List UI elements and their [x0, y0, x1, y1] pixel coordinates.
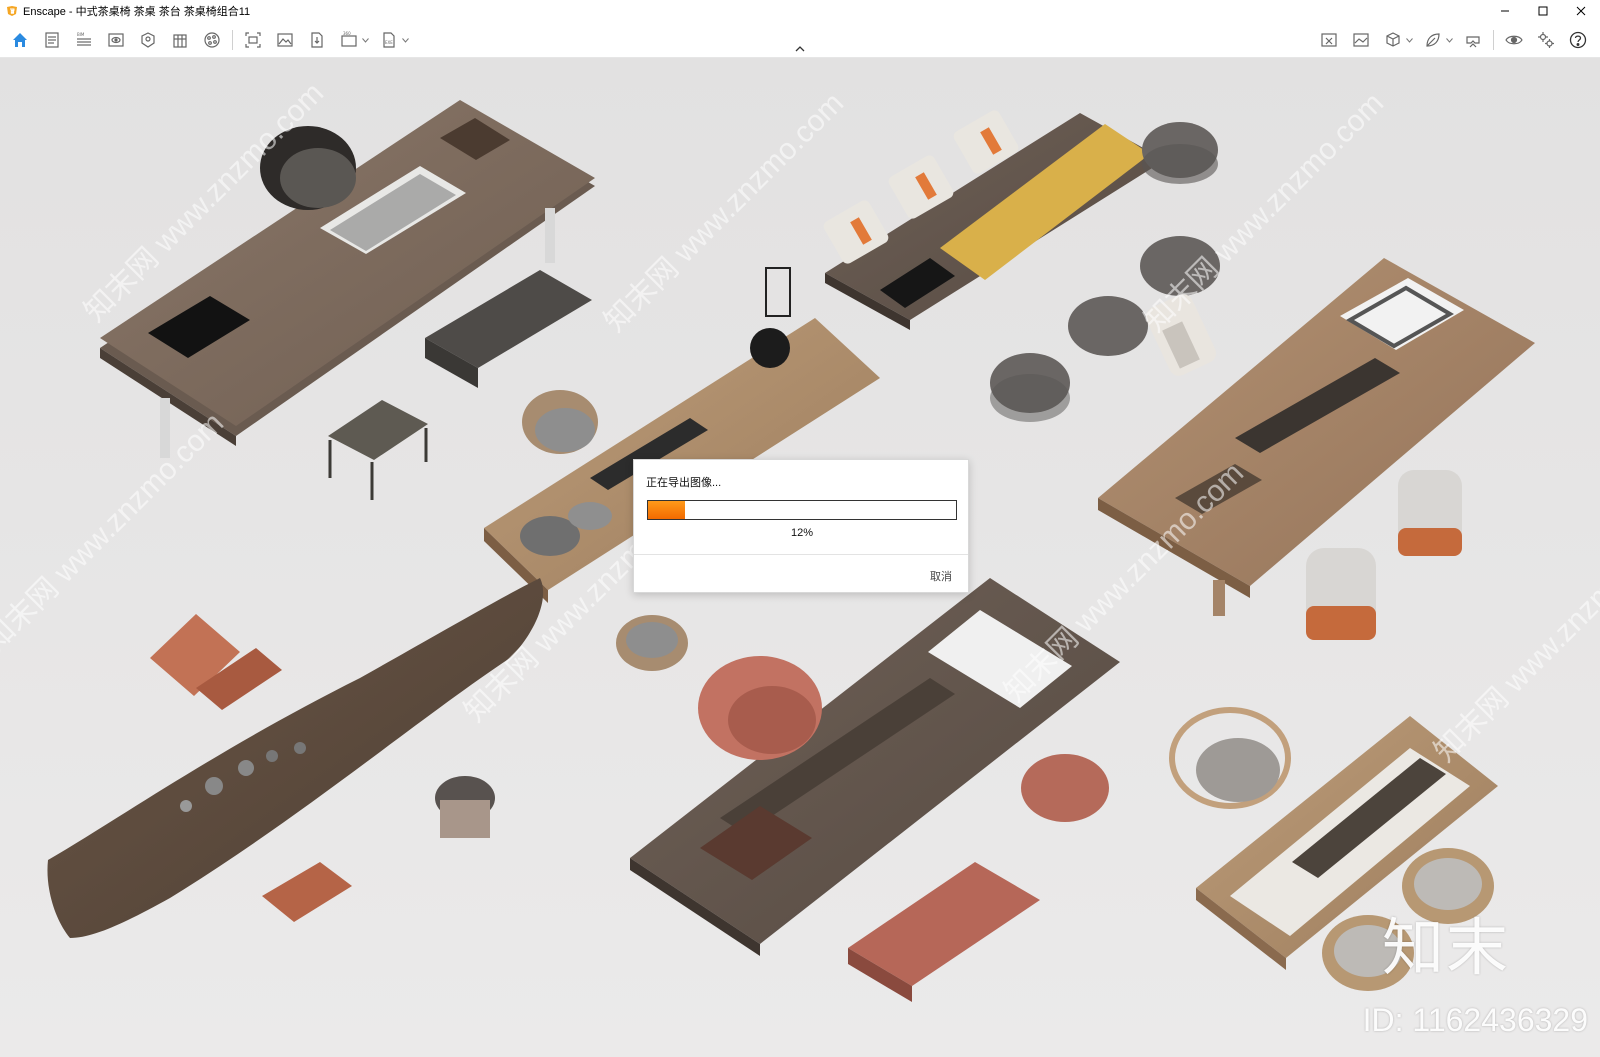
- progress-fill: [648, 501, 685, 519]
- dialog-title: 正在导出图像...: [646, 477, 722, 489]
- export-file-icon: [311, 32, 323, 48]
- panorama-button[interactable]: 360: [336, 27, 362, 53]
- leaf-button[interactable]: [1420, 27, 1446, 53]
- window-title: Enscape - 中式茶桌椅 茶桌 茶台 茶桌椅组合11: [23, 6, 251, 18]
- image-button[interactable]: [272, 27, 298, 53]
- document-list-button[interactable]: [39, 27, 65, 53]
- exe-export-dropdown[interactable]: [401, 27, 409, 53]
- vr-headset-button[interactable]: [1460, 27, 1486, 53]
- help-icon: [1569, 31, 1587, 49]
- cube-view-button[interactable]: [1380, 27, 1406, 53]
- visual-settings-button[interactable]: [1348, 27, 1374, 53]
- export-progress-dialog: 正在导出图像... 12% 取消: [633, 459, 969, 593]
- svg-text:EXE: EXE: [385, 40, 393, 45]
- image-icon: [277, 33, 293, 47]
- toolbar-separator: [232, 30, 233, 50]
- visual-settings-icon: [1353, 33, 1369, 47]
- home-icon: [13, 33, 27, 47]
- settings-icon: [1538, 32, 1554, 48]
- progress-percent-label: 12%: [790, 527, 814, 539]
- maximize-icon: [1538, 6, 1548, 16]
- title-bar: Enscape - 中式茶桌椅 茶桌 茶台 茶桌椅组合11: [0, 0, 1600, 22]
- minimize-icon: [1501, 10, 1509, 12]
- chevron-down-icon: [361, 37, 369, 43]
- map-icon: [1321, 33, 1337, 47]
- collapse-toolbar-toggle[interactable]: [792, 43, 808, 55]
- cube-view-icon: [1386, 32, 1400, 47]
- exe-export-icon: EXE: [383, 32, 395, 48]
- bim-list-icon: BIM: [77, 32, 91, 46]
- cube-view-dropdown[interactable]: [1405, 27, 1413, 53]
- building-icon: [173, 34, 187, 48]
- settings-button[interactable]: [1533, 27, 1559, 53]
- close-icon: [1576, 6, 1586, 16]
- dialog-divider: [634, 554, 968, 555]
- svg-text:360: 360: [343, 31, 351, 36]
- help-button[interactable]: [1565, 27, 1591, 53]
- map-button[interactable]: [1316, 27, 1342, 53]
- materials-icon: [204, 32, 220, 48]
- chevron-down-icon: [401, 37, 409, 43]
- building-button[interactable]: [167, 27, 193, 53]
- view-management-button[interactable]: [103, 27, 129, 53]
- panorama-dropdown[interactable]: [361, 27, 369, 53]
- chevron-up-icon: [795, 46, 805, 52]
- materials-button[interactable]: [199, 27, 225, 53]
- leaf-dropdown[interactable]: [1445, 27, 1453, 53]
- eye-icon: [1505, 35, 1523, 45]
- chevron-down-icon: [1405, 37, 1413, 43]
- svg-text:BIM: BIM: [77, 32, 85, 37]
- leaf-icon: [1426, 33, 1440, 47]
- vr-headset-icon: [1466, 36, 1480, 48]
- home-button[interactable]: [7, 27, 33, 53]
- minimize-button[interactable]: [1486, 0, 1524, 22]
- brand-watermark: 知末: [1381, 911, 1510, 984]
- close-button[interactable]: [1562, 0, 1600, 22]
- toolbar-separator: [1493, 30, 1494, 50]
- asset-library-button[interactable]: [135, 27, 161, 53]
- chevron-down-icon: [1445, 37, 1453, 43]
- cancel-button[interactable]: 取消: [930, 568, 952, 584]
- enscape-logo-icon: [7, 6, 17, 16]
- screenshot-button[interactable]: [240, 27, 266, 53]
- view-icon: [108, 33, 124, 47]
- id-watermark: ID: 1162436329: [1362, 1002, 1588, 1038]
- bim-list-button[interactable]: BIM: [71, 27, 97, 53]
- export-progress-bar: [647, 500, 957, 520]
- exe-export-button[interactable]: EXE: [376, 27, 402, 53]
- asset-library-icon: [141, 32, 155, 48]
- panorama-360-icon: 360: [341, 31, 357, 47]
- screenshot-icon: [245, 32, 261, 48]
- export-file-button[interactable]: [304, 27, 330, 53]
- eye-button[interactable]: [1501, 27, 1527, 53]
- document-list-icon: [45, 32, 59, 48]
- maximize-button[interactable]: [1524, 0, 1562, 22]
